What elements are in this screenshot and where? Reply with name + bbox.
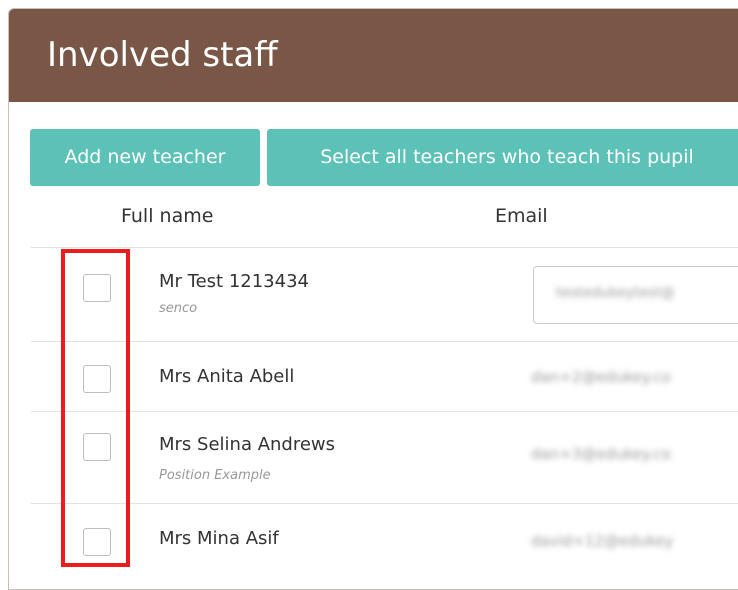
staff-name: Mrs Selina Andrews — [159, 434, 336, 455]
email-value: testedukeytest@ — [556, 285, 675, 301]
staff-position: Position Example — [159, 468, 271, 483]
staff-name: Mrs Anita Abell — [159, 366, 295, 387]
email-value: dan+2@edukey.co — [531, 368, 671, 386]
staff-position: senco — [159, 301, 198, 316]
email-value: dan+3@edukey.co — [531, 445, 671, 463]
row-checkbox[interactable] — [83, 433, 111, 461]
panel-header: Involved staff — [9, 9, 738, 102]
row-checkbox[interactable] — [83, 274, 111, 302]
involved-staff-panel: Involved staff Add new teacher Select al… — [8, 8, 738, 590]
email-field[interactable]: testedukeytest@ — [533, 266, 738, 324]
column-header-full-name: Full name — [121, 205, 214, 227]
table-row: Mr Test 1213434 senco testedukeytest@ — [31, 247, 738, 342]
staff-name: Mrs Mina Asif — [159, 528, 279, 549]
row-checkbox[interactable] — [83, 528, 111, 556]
row-checkbox[interactable] — [83, 365, 111, 393]
email-value: david+12@edukey — [531, 532, 674, 550]
table-row: Mrs Anita Abell dan+2@edukey.co — [31, 341, 738, 412]
panel-title: Involved staff — [47, 35, 278, 75]
table-row: Mrs Selina Andrews Position Example dan+… — [31, 411, 738, 504]
table-row: Mrs Mina Asif david+12@edukey — [31, 503, 738, 589]
select-all-teachers-button[interactable]: Select all teachers who teach this pupil — [267, 129, 738, 186]
column-header-email: Email — [495, 205, 548, 227]
add-new-teacher-button[interactable]: Add new teacher — [30, 129, 260, 186]
staff-name: Mr Test 1213434 — [159, 271, 309, 292]
